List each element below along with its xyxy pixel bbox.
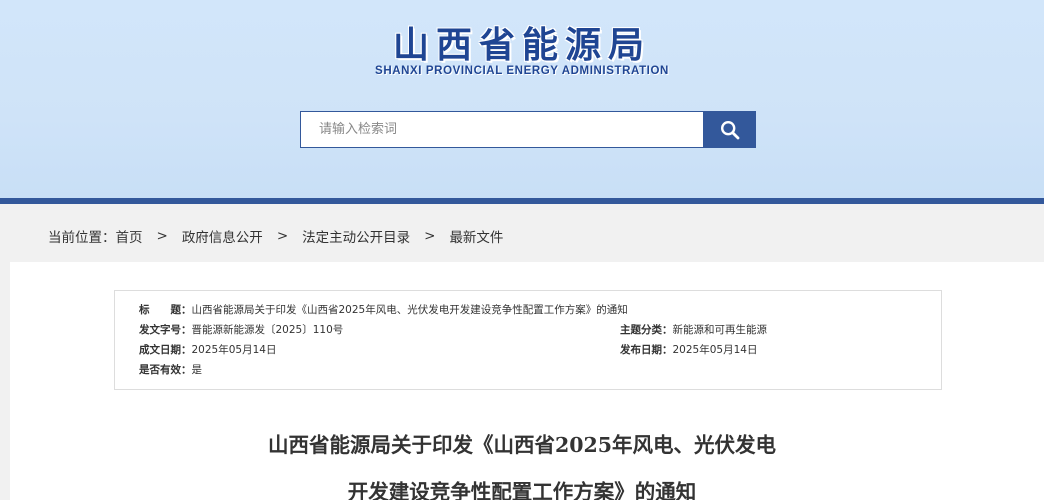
breadcrumb-home[interactable]: 首页 [116,226,143,246]
breadcrumb-separator: > [276,228,289,244]
site-header: 山西省能源局 SHANXI PROVINCIAL ENERGY ADMINIST… [0,0,1044,198]
document-info-table: 标 题： 山西省能源局关于印发《山西省2025年风电、光伏发电开发建设竞争性配置… [114,290,942,390]
info-topic-value: 新能源和可再生能源 [672,323,768,336]
breadcrumb-gov-info[interactable]: 政府信息公开 [182,226,263,246]
info-row-created: 成文日期： 2025年05月14日 [139,341,276,357]
info-row-topic: 主题分类： 新能源和可再生能源 [620,321,767,337]
info-row-valid: 是否有效： 是 [139,361,202,377]
info-valid-key: 是否有效： [139,363,192,376]
breadcrumb-separator: > [156,228,168,244]
info-title-value: 山西省能源局关于印发《山西省2025年风电、光伏发电开发建设竞争性配置工作方案》… [191,303,628,316]
search-input[interactable] [300,111,704,148]
search-icon [720,120,739,139]
site-logo-title[interactable]: 山西省能源局 [0,16,1044,68]
breadcrumb-latest[interactable]: 最新文件 [449,226,503,246]
info-docno-key: 发文字号： [139,323,192,336]
info-docno-value: 晋能源新能源发〔2025〕110号 [191,323,344,336]
breadcrumb: 当前位置： 首页 > 政府信息公开 > 法定主动公开目录 > 最新文件 [48,226,503,246]
info-row-title: 标 题： 山西省能源局关于印发《山西省2025年风电、光伏发电开发建设竞争性配置… [139,301,628,317]
info-valid-value: 是 [191,363,203,376]
info-title-key: 标 题： [139,303,192,316]
header-divider [0,198,1044,204]
info-created-value: 2025年05月14日 [191,343,277,356]
breadcrumb-separator: > [424,228,436,244]
info-published-value: 2025年05月14日 [672,343,758,356]
breadcrumb-catalog[interactable]: 法定主动公开目录 [302,226,410,246]
info-row-docno: 发文字号： 晋能源新能源发〔2025〕110号 [139,321,343,337]
info-published-key: 发布日期： [620,343,673,356]
info-row-published: 发布日期： 2025年05月14日 [620,341,757,357]
info-topic-key: 主题分类： [620,323,673,336]
site-logo-subtitle: SHANXI PROVINCIAL ENERGY ADMINISTRATION [375,65,669,77]
info-created-key: 成文日期： [139,343,192,356]
document-title-line2: 开发建设竞争性配置工作方案》的通知 [347,480,697,500]
search-button[interactable] [703,111,756,148]
breadcrumb-label: 当前位置： [48,230,116,246]
document-title-line1: 山西省能源局关于印发《山西省2025年风电、光伏发电 [267,433,777,457]
